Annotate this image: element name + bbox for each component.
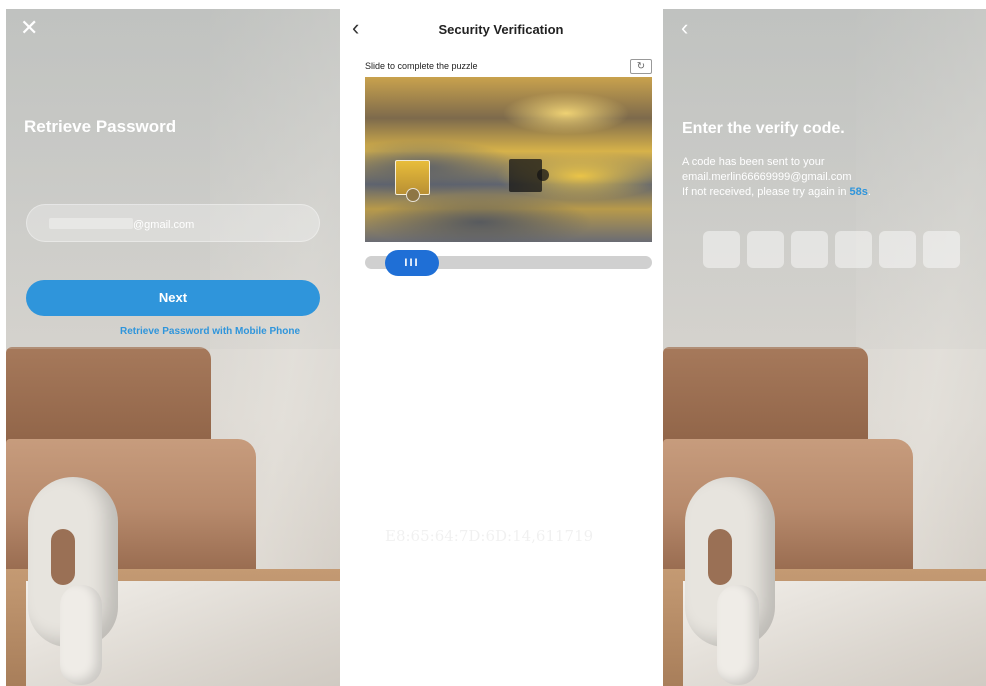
code-box[interactable]: [703, 231, 740, 268]
retry-text: If not received, please try again in: [682, 186, 850, 198]
email-field[interactable]: @gmail.com: [26, 204, 320, 242]
watermark: E8:65:64:7D:6D:14,611719: [385, 527, 594, 545]
verify-code-screen: ‹ Enter the verify code. A code has been…: [663, 9, 986, 686]
code-box[interactable]: [923, 231, 960, 268]
info-line-2: email.merlin66669999@gmail.com: [682, 171, 852, 183]
puzzle-piece: [395, 160, 430, 202]
puzzle-image: [365, 77, 652, 242]
info-text: A code has been sent to your email.merli…: [682, 155, 972, 200]
background-photo: [663, 9, 986, 686]
period: .: [867, 186, 871, 198]
next-button[interactable]: Next: [26, 280, 320, 316]
page-title: Security Verification: [438, 22, 564, 37]
code-box[interactable]: [791, 231, 828, 268]
retrieve-password-screen: ✕ Retrieve Password @gmail.com Next Retr…: [6, 9, 340, 686]
page-title: Retrieve Password: [24, 117, 177, 136]
code-box[interactable]: [835, 231, 872, 268]
code-box[interactable]: [879, 231, 916, 268]
security-verification-screen: ‹ Security Verification Slide to complet…: [343, 9, 659, 686]
slider-handle[interactable]: III: [385, 250, 439, 276]
nav-bar: ‹ Security Verification: [343, 9, 659, 49]
info-line-3: If not received, please try again in 58s…: [682, 185, 972, 200]
refresh-icon[interactable]: ↻: [630, 59, 652, 74]
code-box[interactable]: [747, 231, 784, 268]
email-domain: @gmail.com: [133, 219, 195, 231]
background-photo: [6, 9, 340, 686]
puzzle-slot: [509, 159, 549, 192]
info-line-1: A code has been sent to your: [682, 156, 825, 168]
retrieve-with-phone-link[interactable]: Retrieve Password with Mobile Phone: [120, 326, 300, 337]
page-title: Enter the verify code.: [682, 120, 845, 137]
puzzle-hint: Slide to complete the puzzle: [365, 61, 478, 71]
masked-text: [49, 218, 133, 229]
back-arrow-icon[interactable]: ‹: [681, 17, 688, 39]
countdown-timer: 58s: [849, 186, 868, 198]
close-icon[interactable]: ✕: [20, 17, 38, 39]
code-input-group[interactable]: [703, 231, 960, 268]
